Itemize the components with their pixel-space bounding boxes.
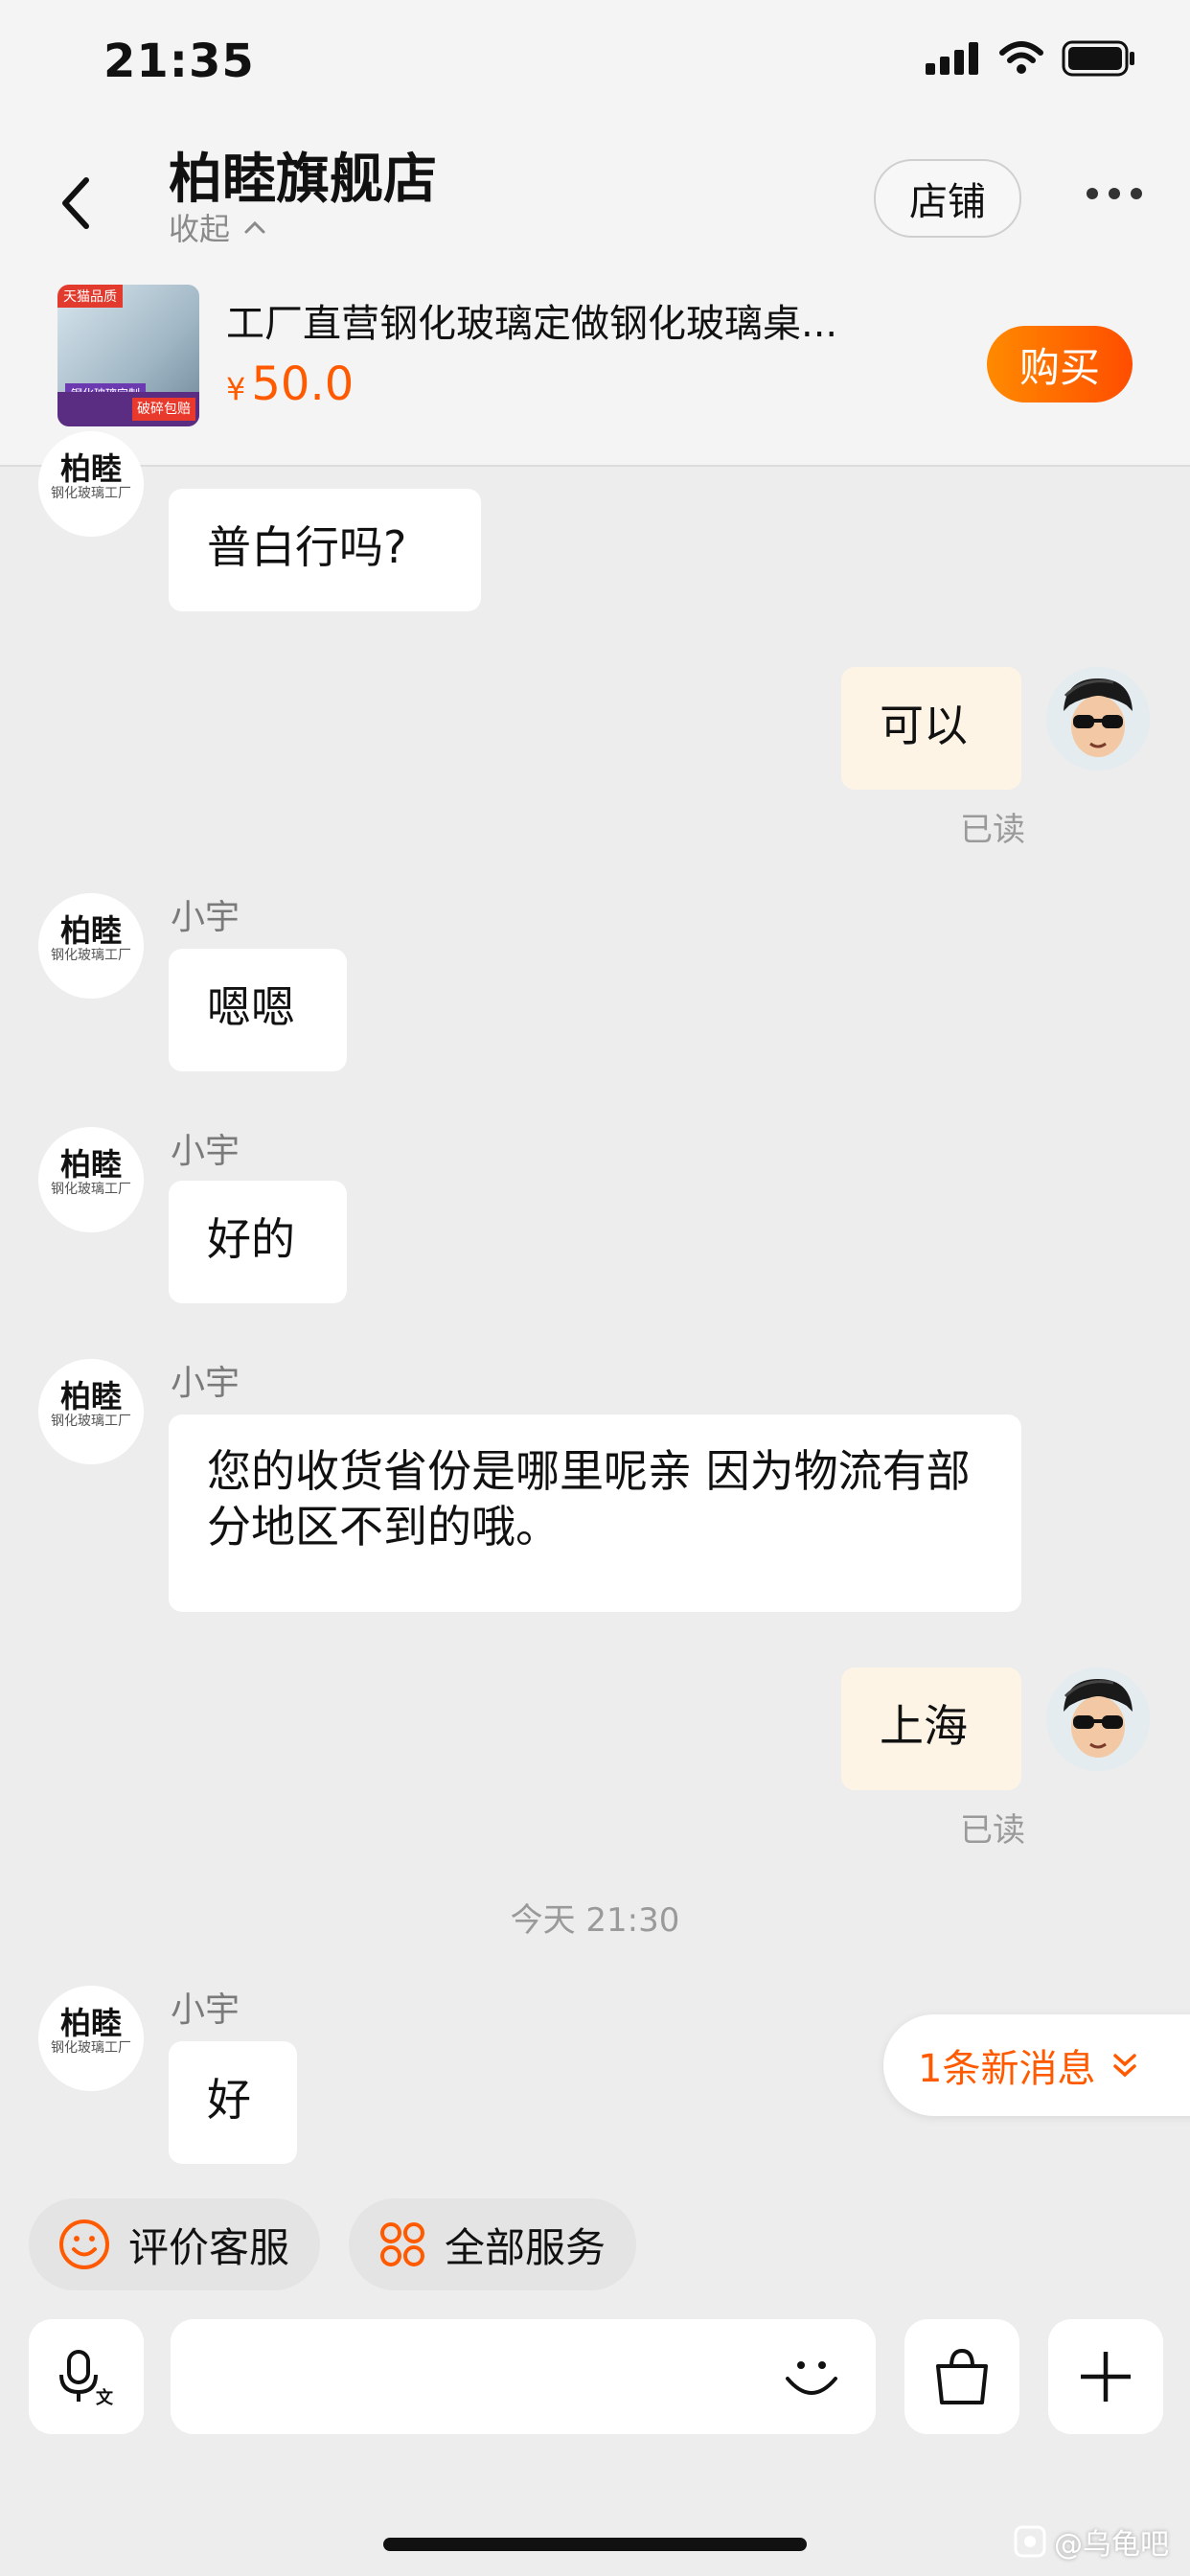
double-chevron-down-icon: [1113, 2054, 1137, 2078]
sender-name: 小宇: [171, 1364, 240, 1403]
avatar-text-sub: 钢化玻璃工厂: [51, 1414, 131, 1429]
emoji-icon[interactable]: [780, 2344, 843, 2407]
all-services-chip[interactable]: 全部服务: [349, 2198, 637, 2290]
plus-icon: [1081, 2352, 1131, 2402]
thumb-badge: 破碎包赔: [132, 398, 195, 421]
user-avatar[interactable]: [1046, 667, 1150, 770]
voice-button[interactable]: 文: [29, 2319, 144, 2434]
battery-icon: [1062, 40, 1134, 77]
more-icon[interactable]: [1087, 188, 1142, 199]
user-avatar-image: [1046, 667, 1150, 770]
product-price: ¥ 50.0: [226, 357, 354, 411]
avatar-text-main: 柏睦: [59, 912, 122, 949]
collapse-label: 收起: [169, 211, 231, 247]
read-status: 已读: [960, 1811, 1025, 1850]
product-thumbnail[interactable]: 天猫品质 钢化玻璃定制 破碎包赔: [57, 285, 199, 426]
signal-icon: [926, 42, 978, 75]
voice-translate-icon: 文: [59, 2350, 114, 2407]
add-button[interactable]: [1048, 2319, 1163, 2434]
chip-label: 全部服务: [445, 2223, 606, 2271]
new-message-pill[interactable]: 1条新消息: [883, 2014, 1190, 2116]
chevron-up-icon: [244, 220, 265, 234]
home-indicator[interactable]: [383, 2538, 807, 2551]
price-currency: ¥: [226, 371, 246, 407]
collapse-toggle[interactable]: 收起: [169, 205, 266, 249]
quick-actions: 评价客服 全部服务: [29, 2198, 637, 2290]
avatar-text-sub: 钢化玻璃工厂: [51, 2040, 131, 2056]
message-bubble[interactable]: 嗯嗯: [169, 949, 347, 1071]
price-value: 50.0: [251, 357, 355, 411]
watermark-logo-icon: [1014, 2525, 1046, 2558]
sender-name: 小宇: [171, 1990, 240, 2030]
product-card[interactable]: 天猫品质 钢化玻璃定制 破碎包赔 工厂直营钢化玻璃定做钢化玻璃桌... ¥ 50…: [0, 273, 1190, 467]
input-bar: 文: [0, 2319, 1190, 2450]
my-message-bubble[interactable]: 上海: [841, 1668, 1021, 1790]
status-icons: [926, 40, 1136, 77]
store-avatar[interactable]: 柏睦 钢化玻璃工厂: [38, 1127, 144, 1232]
status-time: 21:35: [103, 34, 255, 88]
smiley-icon: [59, 2220, 109, 2269]
shop-name[interactable]: 柏睦旗舰店: [169, 136, 437, 214]
grid-icon: [380, 2222, 425, 2266]
avatar-text-sub: 钢化玻璃工厂: [51, 948, 131, 963]
avatar-text-sub: 钢化玻璃工厂: [51, 486, 131, 501]
watermark-text: @乌龟吧: [1054, 2528, 1169, 2562]
shopping-bag-button[interactable]: [904, 2319, 1019, 2434]
chip-label: 评价客服: [128, 2223, 290, 2271]
read-status: 已读: [960, 811, 1025, 849]
message-bubble[interactable]: 普白行吗?: [169, 489, 481, 611]
store-avatar[interactable]: 柏睦 钢化玻璃工厂: [38, 431, 144, 537]
wifi-icon: [999, 41, 1043, 74]
buy-button[interactable]: 购买: [987, 326, 1133, 402]
store-avatar[interactable]: 柏睦 钢化玻璃工厂: [38, 1986, 144, 2091]
store-avatar[interactable]: 柏睦 钢化玻璃工厂: [38, 893, 144, 999]
product-title[interactable]: 工厂直营钢化玻璃定做钢化玻璃桌...: [226, 292, 935, 348]
shopping-bag-icon: [936, 2348, 988, 2404]
message-bubble[interactable]: 您的收货省份是哪里呢亲 因为物流有部分地区不到的哦。: [169, 1414, 1021, 1612]
svg-text:文: 文: [96, 2387, 114, 2407]
message-bubble[interactable]: 好: [169, 2041, 297, 2164]
avatar-text-main: 柏睦: [59, 1146, 122, 1183]
sender-name: 小宇: [171, 1132, 240, 1171]
message-input-field[interactable]: [171, 2319, 876, 2434]
store-avatar[interactable]: 柏睦 钢化玻璃工厂: [38, 1359, 144, 1464]
new-message-label: 1条新消息: [918, 2047, 1096, 2091]
store-button[interactable]: 店铺: [874, 159, 1021, 238]
message-input[interactable]: [197, 2348, 738, 2407]
thumb-brand-tag: 天猫品质: [57, 285, 123, 308]
sender-name: 小宇: [171, 898, 240, 937]
back-arrow-icon[interactable]: [54, 172, 100, 234]
status-bar: 21:35: [0, 0, 1190, 134]
message-bubble[interactable]: 好的: [169, 1181, 347, 1303]
chat-timestamp: 今天 21:30: [510, 1901, 680, 1940]
avatar-text-sub: 钢化玻璃工厂: [51, 1182, 131, 1197]
rate-service-chip[interactable]: 评价客服: [29, 2198, 321, 2290]
my-message-bubble[interactable]: 可以: [841, 667, 1021, 790]
watermark: @乌龟吧: [1014, 2520, 1169, 2563]
avatar-text-main: 柏睦: [59, 1378, 122, 1414]
user-avatar[interactable]: [1046, 1668, 1150, 1771]
avatar-text-main: 柏睦: [59, 450, 122, 487]
avatar-text-main: 柏睦: [59, 2005, 122, 2041]
user-avatar-image: [1046, 1668, 1150, 1771]
